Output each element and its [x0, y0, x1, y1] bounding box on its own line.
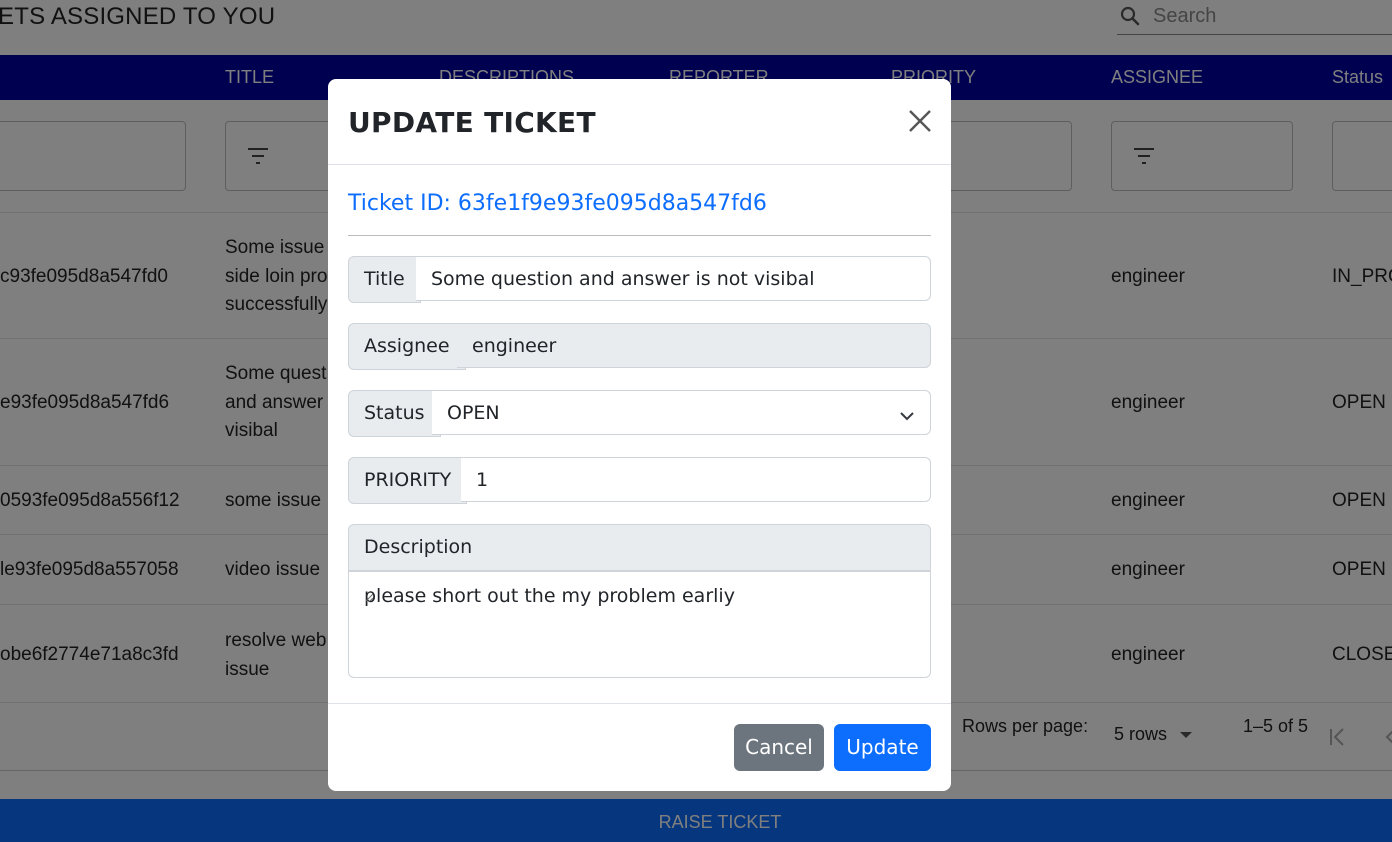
description-label: Description	[364, 536, 473, 558]
modal-title: UPDATE TICKET	[348, 106, 596, 139]
close-icon[interactable]	[908, 109, 932, 137]
assignee-input: engineer	[457, 323, 931, 368]
status-label: Status	[348, 390, 441, 437]
chevron-down-icon[interactable]	[899, 407, 915, 426]
divider	[348, 235, 931, 236]
assignee-input-group: Assignee engineer	[348, 323, 931, 370]
modal-footer: Cancel Update	[328, 703, 951, 792]
title-input-group: Title Some question and answer is not vi…	[348, 256, 931, 303]
ticket-id: Ticket ID: 63fe1f9e93fe095d8a547fd6	[348, 191, 767, 216]
assignee-label: Assignee	[348, 323, 466, 370]
modal-header: UPDATE TICKET	[328, 79, 951, 165]
status-input-group: Status OPEN	[348, 390, 931, 437]
cancel-button[interactable]: Cancel	[734, 724, 824, 771]
priority-input[interactable]: 1	[461, 457, 931, 502]
priority-label: PRIORITY	[348, 457, 468, 504]
priority-input-group: PRIORITY 1	[348, 457, 931, 504]
status-select[interactable]: OPEN	[432, 390, 931, 435]
update-ticket-modal: UPDATE TICKET Ticket ID: 63fe1f9e93fe095…	[328, 79, 951, 791]
update-button[interactable]: Update	[834, 724, 931, 771]
description-textarea[interactable]: please short out the my problem earliy	[348, 571, 931, 678]
title-input[interactable]: Some question and answer is not visibal	[416, 256, 931, 301]
title-label: Title	[348, 256, 421, 303]
description-header: Description	[348, 524, 931, 571]
resize-handle-icon[interactable]	[364, 585, 928, 675]
